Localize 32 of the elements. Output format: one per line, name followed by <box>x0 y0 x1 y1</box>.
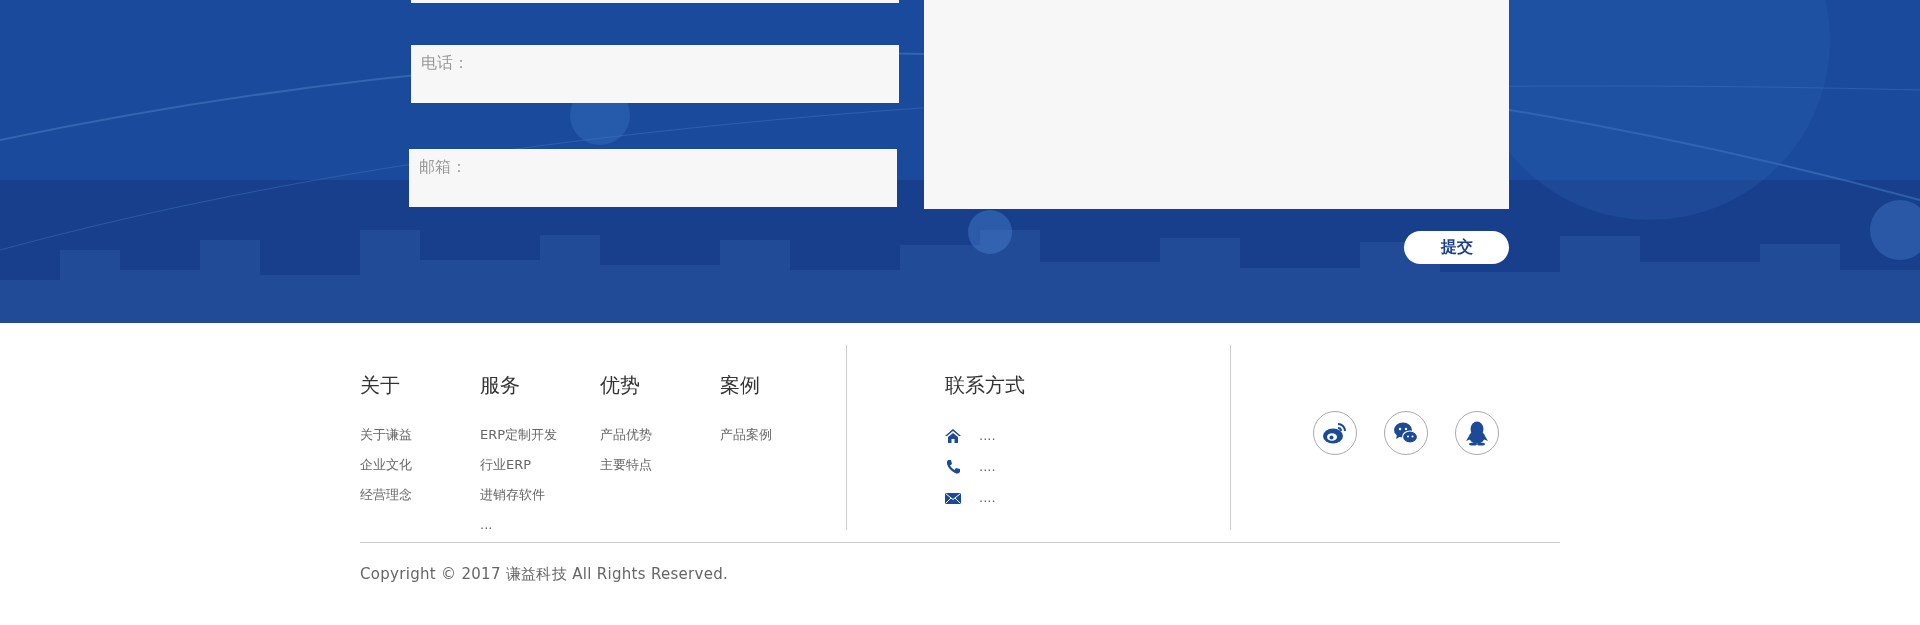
input-field[interactable] <box>411 0 899 3</box>
weibo-icon <box>1322 420 1348 446</box>
column-title: 服务 <box>480 372 521 399</box>
weibo-link[interactable] <box>1313 411 1357 455</box>
footer-link[interactable]: 主要特点 <box>600 450 652 480</box>
input-field[interactable]: 电话： <box>411 45 899 103</box>
footer-link[interactable]: 企业文化 <box>360 450 412 480</box>
copyright-text: Copyright © 2017 谦益科技 All Rights Reserved. <box>360 565 730 584</box>
submit-button[interactable]: 提交 <box>1404 231 1509 264</box>
penguin-link[interactable] <box>1455 411 1499 455</box>
penguin-icon <box>1464 420 1490 446</box>
contact-text: .... <box>979 428 996 443</box>
footer-link[interactable]: 关于谦益 <box>360 420 412 450</box>
column-title: 案例 <box>720 372 761 399</box>
footer-link[interactable]: 产品案例 <box>720 420 772 450</box>
footer-link[interactable]: 经营理念 <box>360 480 412 510</box>
footer-link[interactable]: 进销存软件 <box>480 480 545 510</box>
footer-link[interactable]: 产品优势 <box>600 420 652 450</box>
phone-icon <box>945 458 961 475</box>
column-title: 优势 <box>600 372 641 399</box>
home-icon <box>945 427 961 444</box>
footer-link[interactable]: ERP定制开发 <box>480 420 558 450</box>
column-title: 关于 <box>360 372 401 399</box>
section-title: 联系方式 <box>945 372 1026 399</box>
chat-icon <box>1393 420 1419 446</box>
chat-link[interactable] <box>1384 411 1428 455</box>
footer-link[interactable]: ... <box>480 510 493 540</box>
message-field[interactable] <box>924 0 1509 209</box>
footer-link[interactable]: 行业ERP <box>480 450 532 480</box>
contact-text: .... <box>979 459 996 474</box>
contact-text: .... <box>979 490 996 505</box>
input-field[interactable]: 邮箱： <box>409 149 897 207</box>
